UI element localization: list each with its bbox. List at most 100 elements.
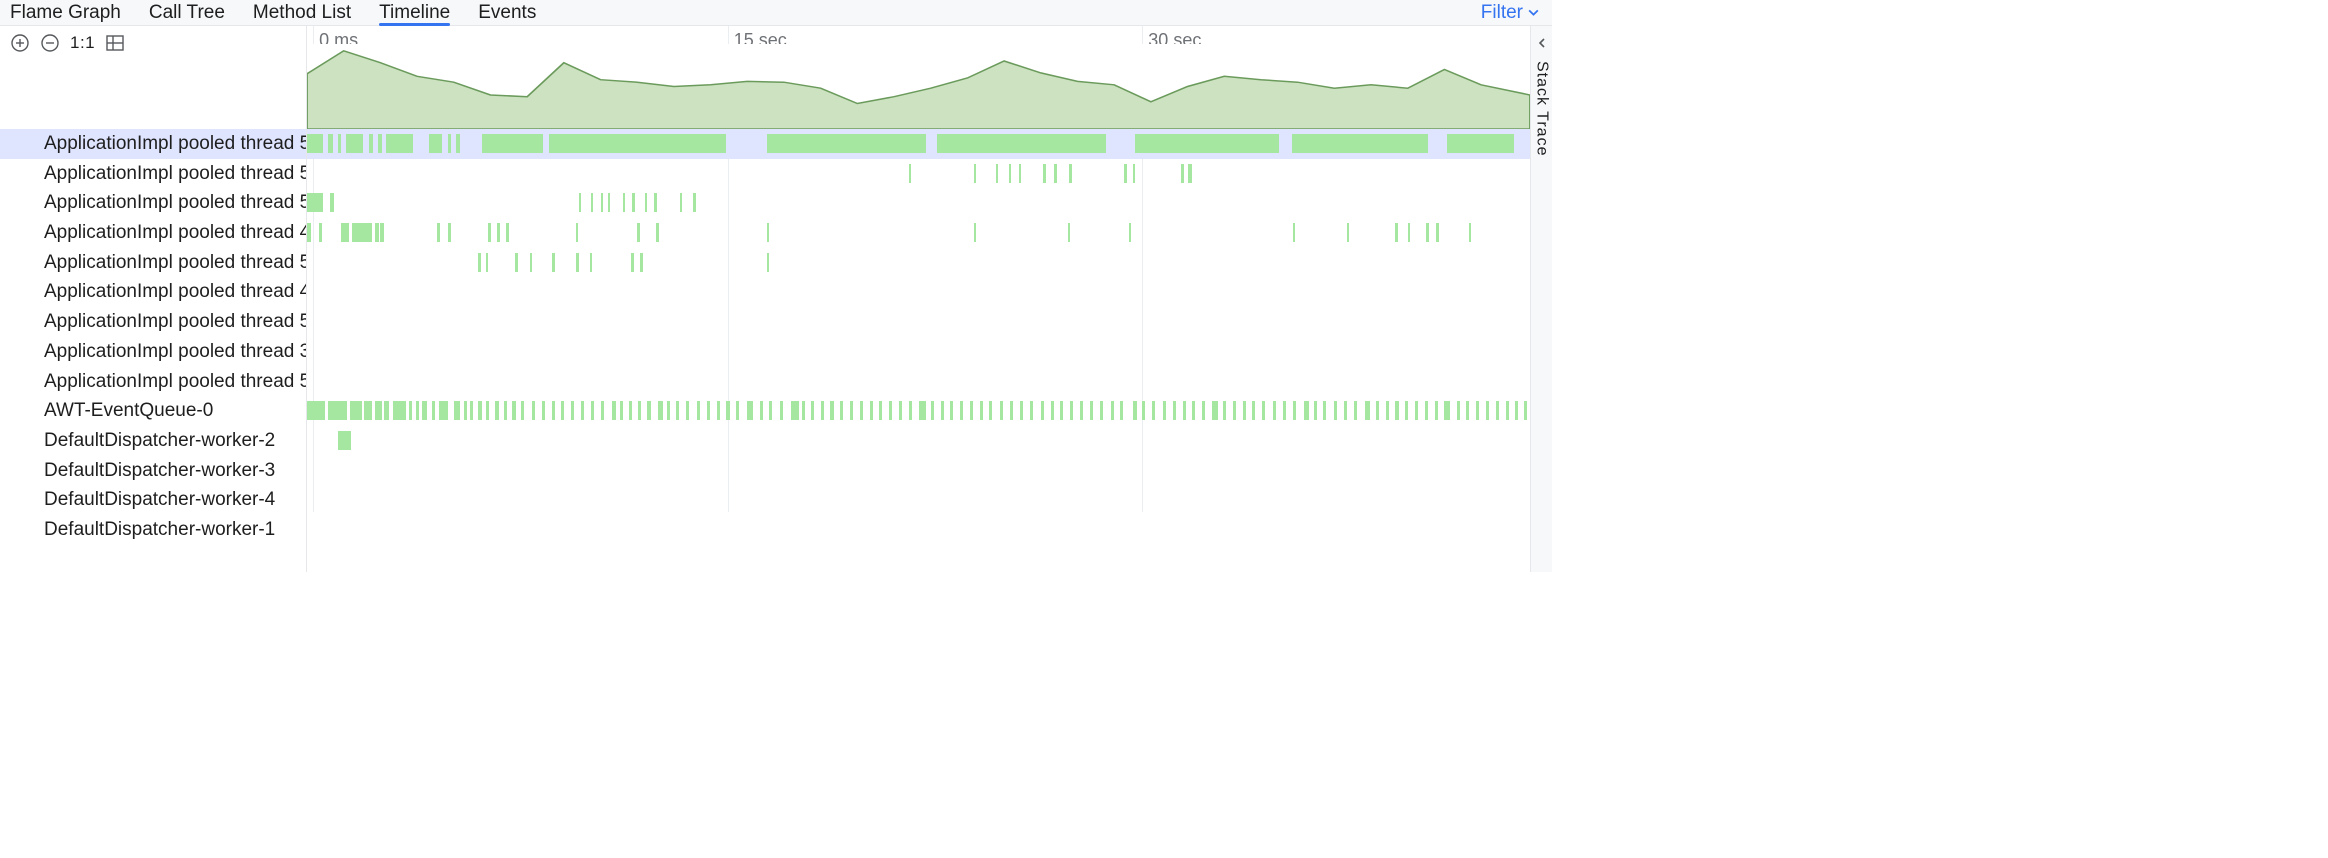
activity-segment [658, 401, 663, 420]
activity-segment [478, 401, 482, 420]
activity-segment [576, 223, 578, 242]
thread-lane[interactable] [307, 307, 1530, 337]
tab-flame-graph[interactable]: Flame Graph [10, 0, 121, 25]
stack-trace-toggle[interactable]: Stack Trace [1533, 61, 1551, 156]
activity-segment [821, 401, 824, 420]
timeline-center: 0 ms15 sec30 sec [307, 26, 1530, 572]
thread-row[interactable]: ApplicationImpl pooled thread 5 [0, 248, 306, 278]
activity-segment [352, 223, 372, 242]
activity-segment [384, 401, 389, 420]
thread-row[interactable]: ApplicationImpl pooled thread 5 [0, 367, 306, 397]
thread-lanes[interactable] [307, 129, 1530, 545]
thread-lane[interactable] [307, 485, 1530, 515]
activity-segment [448, 134, 452, 153]
thread-row[interactable]: ApplicationImpl pooled thread 5 [0, 307, 306, 337]
activity-segment [478, 253, 481, 272]
activity-segment [1334, 401, 1337, 420]
thread-row[interactable]: ApplicationImpl pooled thread 5 [0, 188, 306, 218]
activity-segment [1469, 223, 1471, 242]
zoom-in-button[interactable] [10, 33, 30, 53]
collapse-left-icon[interactable] [1536, 32, 1548, 55]
timeline-toolbar: 1:1 [0, 26, 306, 56]
activity-segment [780, 401, 783, 420]
activity-segment [591, 193, 593, 212]
zoom-ratio-label[interactable]: 1:1 [70, 33, 95, 53]
thread-row[interactable]: DefaultDispatcher-worker-2 [0, 426, 306, 456]
thread-lane[interactable] [307, 367, 1530, 397]
zoom-out-button[interactable] [40, 33, 60, 53]
activity-segment [552, 253, 555, 272]
tab-timeline[interactable]: Timeline [379, 0, 450, 25]
thread-lane[interactable] [307, 456, 1530, 486]
activity-segment [437, 223, 440, 242]
activity-segment [1060, 401, 1063, 420]
thread-row[interactable]: AWT-EventQueue-0 [0, 396, 306, 426]
thread-row[interactable]: ApplicationImpl pooled thread 3 [0, 337, 306, 367]
thread-row[interactable]: ApplicationImpl pooled thread 5 [0, 159, 306, 189]
thread-lane[interactable] [307, 129, 1530, 159]
activity-segment [1233, 401, 1236, 420]
activity-segment [530, 253, 532, 272]
activity-segment [552, 401, 556, 420]
thread-lane[interactable] [307, 248, 1530, 278]
thread-lane[interactable] [307, 426, 1530, 456]
activity-segment [307, 193, 323, 212]
activity-segment [1292, 134, 1429, 153]
activity-segment [307, 401, 325, 420]
activity-segment [341, 223, 348, 242]
activity-segment [561, 401, 564, 420]
tab-call-tree[interactable]: Call Tree [149, 0, 225, 25]
thread-row[interactable]: DefaultDispatcher-worker-3 [0, 456, 306, 486]
activity-segment [1100, 401, 1103, 420]
thread-lane[interactable] [307, 337, 1530, 367]
layout-grid-icon[interactable] [105, 33, 125, 53]
tab-events[interactable]: Events [478, 0, 536, 25]
activity-segment [432, 401, 436, 420]
thread-lane[interactable] [307, 188, 1530, 218]
activity-segment [1344, 401, 1347, 420]
activity-segment [1447, 134, 1514, 153]
activity-segment [1323, 401, 1326, 420]
filter-dropdown[interactable]: Filter [1481, 2, 1542, 24]
activity-segment [1444, 401, 1450, 420]
activity-segment [330, 193, 334, 212]
activity-segment [680, 193, 682, 212]
activity-segment [1090, 401, 1093, 420]
activity-segment [549, 134, 726, 153]
activity-segment [448, 223, 451, 242]
activity-segment [1386, 401, 1389, 420]
thread-row[interactable]: DefaultDispatcher-worker-4 [0, 485, 306, 515]
activity-segment [802, 401, 805, 420]
activity-segment [515, 253, 518, 272]
activity-segment [369, 134, 373, 153]
time-ruler[interactable]: 0 ms15 sec30 sec [307, 26, 1530, 44]
activity-segment [747, 401, 753, 420]
activity-segment [307, 223, 311, 242]
thread-lane[interactable] [307, 515, 1530, 545]
activity-segment [1124, 164, 1127, 183]
thread-row[interactable]: ApplicationImpl pooled thread 5 [0, 129, 306, 159]
thread-row[interactable]: ApplicationImpl pooled thread 4 [0, 277, 306, 307]
tab-method-list[interactable]: Method List [253, 0, 351, 25]
activity-segment [328, 401, 348, 420]
thread-row[interactable]: DefaultDispatcher-worker-1 [0, 515, 306, 545]
thread-lane[interactable] [307, 277, 1530, 307]
thread-row[interactable]: ApplicationImpl pooled thread 4 [0, 218, 306, 248]
activity-segment [1354, 401, 1357, 420]
activity-segment [726, 401, 729, 420]
activity-segment [1192, 401, 1195, 420]
activity-segment [840, 401, 843, 420]
activity-segment [386, 134, 413, 153]
activity-segment [1120, 401, 1123, 420]
activity-segment [638, 401, 641, 420]
activity-segment [1376, 401, 1379, 420]
thread-lane[interactable] [307, 218, 1530, 248]
activity-segment [909, 401, 912, 420]
thread-lane[interactable] [307, 159, 1530, 189]
thread-lane[interactable] [307, 396, 1530, 426]
activity-segment [1020, 401, 1023, 420]
activity-segment [629, 401, 632, 420]
activity-segment [1506, 401, 1509, 420]
activity-summary-chart[interactable] [307, 44, 1530, 129]
activity-segment [767, 223, 769, 242]
